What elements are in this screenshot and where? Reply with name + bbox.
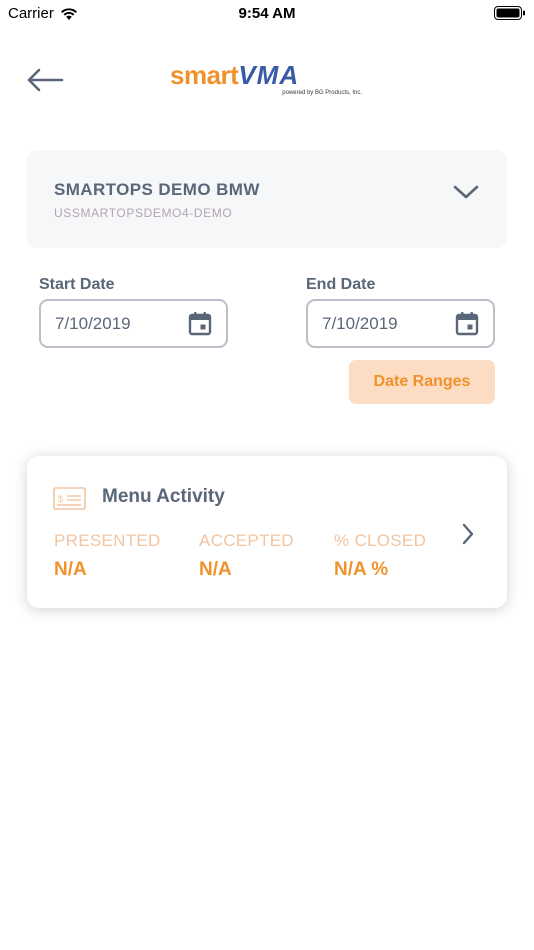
stat-closed: % CLOSED N/A %	[334, 531, 426, 581]
logo-vma: VMA	[238, 60, 300, 90]
end-date-field[interactable]: 7/10/2019	[306, 299, 495, 348]
calendar-icon[interactable]	[455, 311, 479, 336]
stat-value: N/A	[54, 559, 87, 580]
menu-activity-title: Menu Activity	[102, 486, 225, 507]
check-icon: $	[53, 487, 86, 510]
smartvma-logo: smartVMA powered by BG Products, Inc.	[170, 60, 364, 102]
status-bar: Carrier 9:54 AM	[0, 0, 534, 28]
start-date-value: 7/10/2019	[55, 314, 131, 333]
battery-icon	[494, 6, 525, 20]
end-date-group: End Date 7/10/2019	[306, 276, 496, 348]
stat-presented: PRESENTED N/A	[54, 531, 161, 581]
stat-label: ACCEPTED	[199, 531, 294, 550]
logo-wordmark: smartVMA	[170, 60, 299, 91]
logo-smart: smart	[170, 60, 239, 90]
dealer-name: SMARTOPS DEMO BMW	[54, 180, 260, 199]
chevron-right-icon[interactable]	[461, 522, 475, 546]
stat-label: PRESENTED	[54, 531, 161, 550]
start-date-label: Start Date	[39, 276, 115, 293]
status-time: 9:54 AM	[238, 5, 296, 22]
end-date-value: 7/10/2019	[322, 314, 398, 333]
chevron-down-icon	[453, 185, 479, 199]
stat-value: N/A	[199, 559, 232, 580]
logo-tagline: powered by BG Products, Inc.	[282, 90, 362, 96]
menu-activity-card[interactable]: $ Menu Activity PRESENTED N/A ACCEPTED N…	[27, 456, 507, 608]
dealer-selector[interactable]: SMARTOPS DEMO BMW USSMARTOPSDEMO4-DEMO	[27, 150, 507, 248]
start-date-field[interactable]: 7/10/2019	[39, 299, 228, 348]
svg-text:$: $	[58, 494, 63, 504]
start-date-group: Start Date 7/10/2019	[39, 276, 229, 348]
date-ranges-button[interactable]: Date Ranges	[349, 360, 495, 404]
stat-accepted: ACCEPTED N/A	[199, 531, 294, 581]
end-date-label: End Date	[306, 276, 376, 293]
dealer-code: USSMARTOPSDEMO4-DEMO	[54, 206, 233, 220]
calendar-icon[interactable]	[188, 311, 212, 336]
stat-value: N/A %	[334, 559, 389, 580]
stat-label: % CLOSED	[334, 531, 427, 550]
back-arrow-icon[interactable]	[24, 64, 66, 96]
